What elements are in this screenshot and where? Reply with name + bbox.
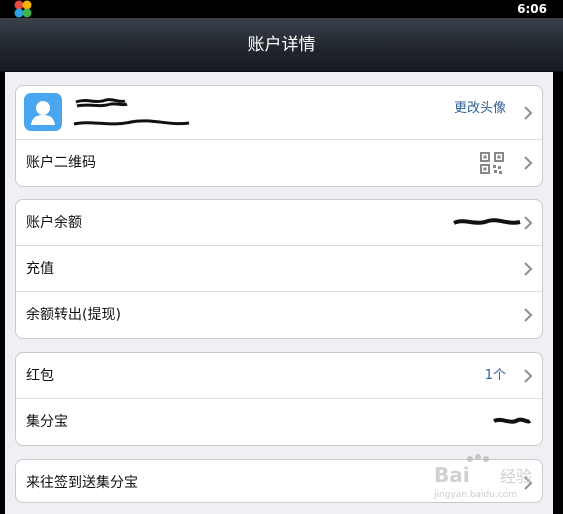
jifenbao-row[interactable]: 集分宝 <box>16 399 542 445</box>
withdraw-label: 余额转出(提现) <box>26 307 121 323</box>
watermark-url: jingyan.baidu.com <box>433 490 517 500</box>
page-title: 账户详情 <box>247 35 316 55</box>
title-bar: 账户详情 <box>0 18 563 72</box>
watermark-brand: Bai <box>434 463 470 487</box>
recharge-row[interactable]: 充值 <box>16 246 542 292</box>
baidu-watermark: Bai 经验 jingyan.baidu.com <box>433 454 532 500</box>
withdraw-row[interactable]: 余额转出(提现) <box>16 292 542 338</box>
settings-content: 更改头像 账户二维码 账户余额 充值 余额转出(提现) 红包 1个 集分宝 来往… <box>5 72 553 514</box>
jifenbao-label: 集分宝 <box>26 414 68 430</box>
chevron-right-icon <box>524 262 533 276</box>
redpacket-count: 1个 <box>484 368 506 383</box>
signin-label: 来往签到送集分宝 <box>26 475 138 491</box>
redacted-jifenbao <box>493 417 532 424</box>
redpacket-label: 红包 <box>26 368 54 384</box>
profile-row[interactable]: 更改头像 <box>16 86 542 140</box>
redacted-balance <box>453 218 521 225</box>
balance-group: 账户余额 充值 余额转出(提现) <box>15 199 543 339</box>
profile-group: 更改头像 账户二维码 <box>15 85 543 187</box>
avatar[interactable] <box>24 93 62 131</box>
chevron-right-icon <box>524 308 533 322</box>
qr-code-icon <box>480 152 504 174</box>
chevron-right-icon <box>524 156 533 170</box>
balance-label: 账户余额 <box>26 215 82 231</box>
status-bar: 6:06 <box>0 0 563 18</box>
redpacket-row[interactable]: 红包 1个 <box>16 353 542 399</box>
qr-code-row[interactable]: 账户二维码 <box>16 140 542 186</box>
qr-code-label: 账户二维码 <box>26 155 96 171</box>
balance-row[interactable]: 账户余额 <box>16 200 542 246</box>
chevron-right-icon <box>524 106 533 120</box>
redacted-username <box>73 98 190 126</box>
rewards-group: 红包 1个 集分宝 <box>15 352 543 446</box>
chevron-right-icon <box>524 369 533 383</box>
chevron-right-icon <box>524 216 533 230</box>
clock: 6:06 <box>517 2 547 16</box>
change-avatar-link[interactable]: 更改头像 <box>454 99 506 119</box>
recharge-label: 充值 <box>26 261 54 277</box>
user-silhouette-icon <box>31 101 55 125</box>
app-logo-icon <box>14 0 32 18</box>
watermark-brand2: 经验 <box>500 467 532 486</box>
